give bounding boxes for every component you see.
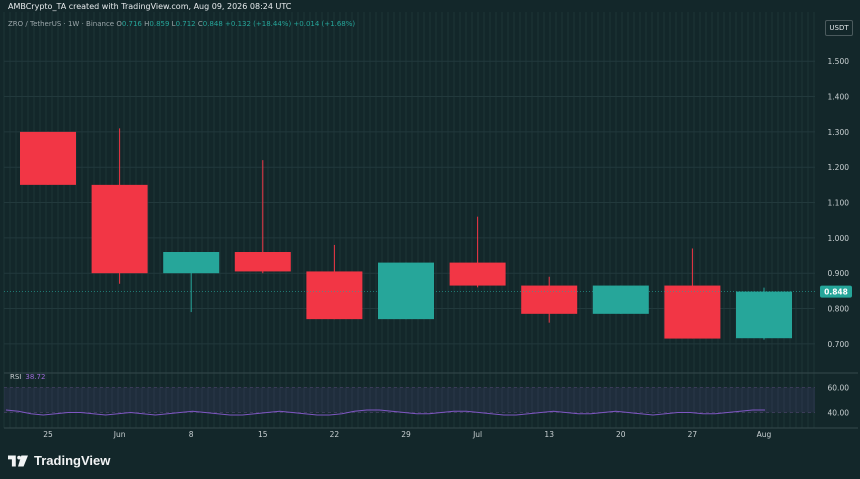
time-tick-label: 27 <box>688 430 698 439</box>
change-value-secondary: +0.014 (+1.68%) <box>293 20 356 28</box>
high-value: 0.859 <box>149 20 170 28</box>
candle-down <box>234 252 291 272</box>
rsi-tick-label: 40.00 <box>828 409 850 418</box>
time-tick-label: Jul <box>472 430 482 439</box>
change-value: +0.132 (+18.44%) <box>225 20 292 28</box>
price-tick-label: 0.700 <box>828 340 850 349</box>
price-tick-label: 0.900 <box>828 269 850 278</box>
brand-name: TradingView <box>34 453 111 468</box>
time-tick-label: 29 <box>401 430 411 439</box>
tradingview-logo[interactable]: TradingView <box>8 453 110 468</box>
time-tick-label: Aug <box>757 430 772 439</box>
symbol-legend: ZRO / TetherUS · 1W · Binance O0.716 H0.… <box>8 20 355 28</box>
rsi-legend: RSI 38.72 <box>10 373 45 381</box>
time-axis: 25 Jun 8 15 22 29 Jul 13 20 27 Aug <box>4 427 858 439</box>
rsi-value: 38.72 <box>25 373 46 381</box>
time-tick-label: 15 <box>258 430 268 439</box>
currency-button[interactable]: USDT <box>825 20 853 36</box>
price-axis: 1.500 1.400 1.300 1.200 1.100 1.000 0.900 0.800… <box>828 57 850 349</box>
rsi-tick-label: 60.00 <box>828 384 850 393</box>
time-tick-label: 25 <box>43 430 53 439</box>
price-tick-label: 1.200 <box>828 163 850 172</box>
tradingview-logo-icon <box>8 454 28 467</box>
time-tick-label: 22 <box>330 430 340 439</box>
symbol-name[interactable]: ZRO / TetherUS · 1W · Binance <box>8 20 114 28</box>
candle-down <box>306 271 363 320</box>
rsi-name[interactable]: RSI <box>10 373 21 381</box>
open-value: 0.716 <box>121 20 142 28</box>
candle-down <box>449 262 506 286</box>
chart-credit: AMBCrypto_TA created with TradingView.co… <box>8 2 292 11</box>
candle-down <box>20 131 76 185</box>
time-tick-label: 20 <box>616 430 626 439</box>
candle-up <box>736 291 792 339</box>
last-price-label: 0.848 <box>824 288 848 297</box>
candle-up <box>378 262 434 320</box>
time-tick-label: Jun <box>113 430 126 439</box>
candle-down <box>521 285 578 314</box>
time-tick-label: 13 <box>544 430 554 439</box>
rsi-band <box>4 387 815 413</box>
time-tick-label: 8 <box>189 430 194 439</box>
price-tick-label: 1.400 <box>828 93 850 102</box>
price-tick-label: 1.300 <box>828 128 850 137</box>
price-tick-label: 1.100 <box>828 199 850 208</box>
close-value: 0.848 <box>202 20 223 28</box>
price-tick-label: 0.800 <box>828 305 850 314</box>
candle-up <box>592 285 649 314</box>
price-chart[interactable]: 1.500 1.400 1.300 1.200 1.100 1.000 0.900 0.800… <box>0 0 860 479</box>
price-tick-label: 1.000 <box>828 234 850 243</box>
candle-down <box>91 184 148 274</box>
candle-up <box>163 252 220 274</box>
price-tick-label: 1.500 <box>828 57 850 66</box>
low-value: 0.712 <box>175 20 196 28</box>
candle-down <box>664 285 721 339</box>
